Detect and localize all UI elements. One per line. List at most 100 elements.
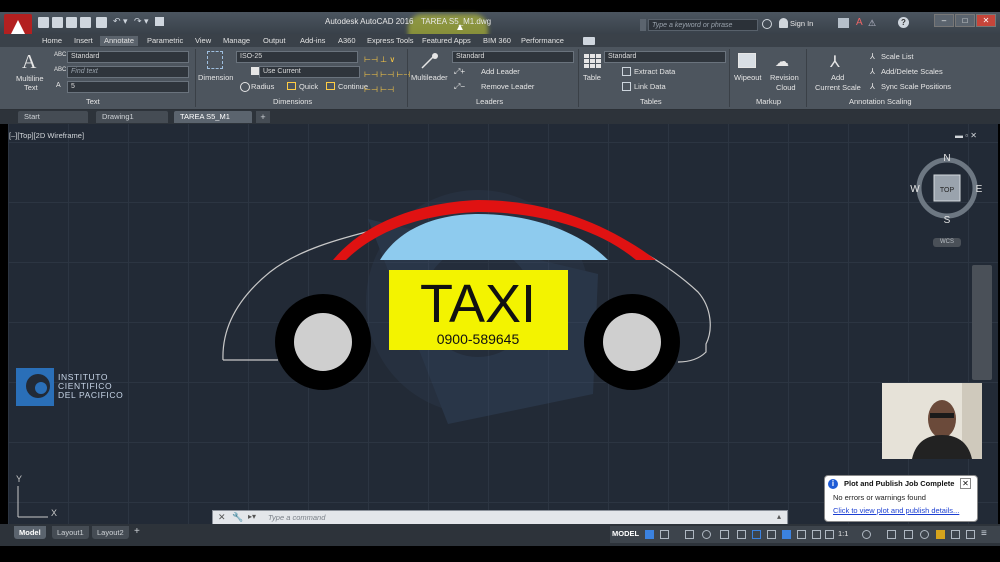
multiline-text-button[interactable]: Multiline: [16, 74, 44, 83]
table-style-select[interactable]: Standard: [604, 51, 726, 63]
markup-panel-label[interactable]: Markup: [756, 97, 781, 106]
dim-tools-icons[interactable]: ⊢⊣ ⊥ ∨ ⊢⊣ ⊢⊣ ⊢⊣ ⊢⊣ ⊢⊣: [364, 52, 410, 97]
revision-cloud-icon[interactable]: ☁: [775, 53, 789, 70]
tab-manage[interactable]: Manage: [219, 36, 254, 46]
tab-parametric[interactable]: Parametric: [143, 36, 187, 46]
notification-close-button[interactable]: ✕: [960, 478, 971, 489]
tab-insert[interactable]: Insert: [70, 36, 97, 46]
quick-dimension-button[interactable]: Quick: [299, 82, 318, 91]
file-tab-start[interactable]: Start: [18, 111, 88, 123]
customization-menu-icon[interactable]: ≡: [981, 528, 987, 539]
autodesk-a360-icon[interactable]: A: [856, 17, 863, 28]
sign-in-link[interactable]: Sign In: [790, 19, 813, 28]
view-cube[interactable]: TOP N S E W: [910, 150, 990, 230]
command-customize-icon[interactable]: 🔧: [232, 512, 243, 523]
object-snap-tracking-icon[interactable]: [737, 530, 746, 539]
wipeout-icon[interactable]: [738, 53, 756, 68]
selection-cycling-icon[interactable]: [797, 530, 806, 539]
dimension-style-select[interactable]: ISO-25: [236, 51, 358, 63]
isolate-objects-icon[interactable]: [920, 530, 929, 539]
search-icon[interactable]: [762, 19, 772, 29]
ortho-icon[interactable]: [685, 530, 694, 539]
units-icon[interactable]: [904, 530, 913, 539]
annotation-scaling-panel-label[interactable]: Annotation Scaling: [849, 97, 912, 106]
snap-mode-icon[interactable]: [660, 530, 669, 539]
add-leader-button[interactable]: Add Leader: [481, 67, 520, 76]
command-expand-icon[interactable]: ▴: [777, 512, 781, 521]
minimize-button[interactable]: –: [934, 14, 954, 27]
multileader-style-select[interactable]: Standard: [452, 51, 574, 63]
lineweight-icon[interactable]: [767, 530, 776, 539]
maximize-button[interactable]: □: [955, 14, 975, 27]
tab-express-tools[interactable]: Express Tools: [363, 36, 418, 46]
tab-performance[interactable]: Performance: [517, 36, 568, 46]
hardware-acceleration-icon[interactable]: [951, 530, 960, 539]
notification-details-link[interactable]: Click to view plot and publish details..…: [833, 506, 959, 515]
save-as-icon[interactable]: [80, 17, 91, 28]
multileader-icon[interactable]: [420, 52, 440, 70]
isodraft-icon[interactable]: [720, 530, 729, 539]
leaders-panel-label[interactable]: Leaders: [476, 97, 503, 106]
find-text-input[interactable]: Find text: [67, 66, 189, 78]
ribbon-toggle-icon[interactable]: [583, 37, 595, 45]
new-file-icon[interactable]: [38, 17, 49, 28]
save-icon[interactable]: [66, 17, 77, 28]
transparency-icon[interactable]: [782, 530, 791, 539]
tab-output[interactable]: Output: [259, 36, 290, 46]
auto-scale-icon[interactable]: [825, 530, 834, 539]
dimension-button[interactable]: Dimension: [198, 73, 233, 82]
redo-icon[interactable]: ↷ ▾: [134, 16, 149, 27]
wcs-menu[interactable]: WCS: [933, 238, 961, 247]
dimension-layer-select[interactable]: Use Current: [259, 66, 360, 78]
tables-panel-label[interactable]: Tables: [640, 97, 662, 106]
tab-add-ins[interactable]: Add-ins: [296, 36, 329, 46]
workspace-icon[interactable]: [155, 17, 164, 26]
tab-bim-360[interactable]: BIM 360: [479, 36, 515, 46]
layout-tab-layout1[interactable]: Layout1: [52, 526, 89, 539]
tab-home[interactable]: Home: [38, 36, 66, 46]
add-delete-scales-button[interactable]: Add/Delete Scales: [881, 67, 943, 76]
sync-scale-positions-button[interactable]: Sync Scale Positions: [881, 82, 951, 91]
add-layout-button[interactable]: +: [134, 526, 140, 537]
annotation-scale-select[interactable]: 1:1: [838, 529, 848, 538]
object-snap-icon[interactable]: [752, 530, 761, 539]
polar-tracking-icon[interactable]: [702, 530, 711, 539]
file-tab-drawing1[interactable]: Drawing1: [96, 111, 168, 123]
dimensions-panel-label[interactable]: Dimensions: [273, 97, 312, 106]
tab-view[interactable]: View: [191, 36, 215, 46]
command-close-icon[interactable]: ✕: [218, 512, 226, 523]
dimension-icon[interactable]: [207, 51, 223, 69]
remove-leader-button[interactable]: Remove Leader: [481, 82, 534, 91]
exchange-icon[interactable]: [838, 18, 849, 28]
navigation-bar[interactable]: [972, 265, 992, 380]
multiline-text-icon[interactable]: A: [22, 51, 36, 74]
tab-annotate[interactable]: Annotate: [100, 36, 139, 46]
extract-data-button[interactable]: Extract Data: [634, 67, 675, 76]
multileader-button[interactable]: Multileader: [411, 73, 448, 82]
help-icon[interactable]: ?: [898, 17, 909, 28]
file-tab-tarea[interactable]: TAREA S5_M1: [174, 111, 252, 123]
open-file-icon[interactable]: [52, 17, 63, 28]
new-tab-button[interactable]: +: [256, 111, 270, 123]
annotation-monitor-icon[interactable]: [887, 530, 896, 539]
annotation-visibility-icon[interactable]: [812, 530, 821, 539]
tab-a360[interactable]: A360: [334, 36, 360, 46]
text-style-select[interactable]: Standard: [67, 51, 189, 63]
text-panel-label[interactable]: Text: [86, 97, 100, 106]
text-height-select[interactable]: 5: [67, 81, 189, 93]
add-current-scale-button[interactable]: Add: [831, 73, 844, 82]
command-recent-icon[interactable]: ▸▾: [248, 512, 256, 521]
layout-tab-model[interactable]: Model: [14, 526, 46, 539]
add-current-scale-icon[interactable]: ⅄: [830, 52, 840, 72]
workspace-switching-icon[interactable]: [862, 530, 871, 539]
grid-display-icon[interactable]: [645, 530, 654, 539]
search-expand-icon[interactable]: [640, 19, 646, 31]
revision-cloud-button[interactable]: Revision: [770, 73, 799, 82]
user-icon[interactable]: [779, 18, 788, 28]
print-icon[interactable]: [96, 17, 107, 28]
search-input[interactable]: Type a keyword or phrase: [648, 19, 758, 31]
clean-screen-icon[interactable]: [966, 530, 975, 539]
tab-featured-apps[interactable]: Featured Apps: [418, 36, 475, 46]
table-icon[interactable]: [583, 53, 601, 69]
plot-status-icon[interactable]: [936, 530, 945, 539]
